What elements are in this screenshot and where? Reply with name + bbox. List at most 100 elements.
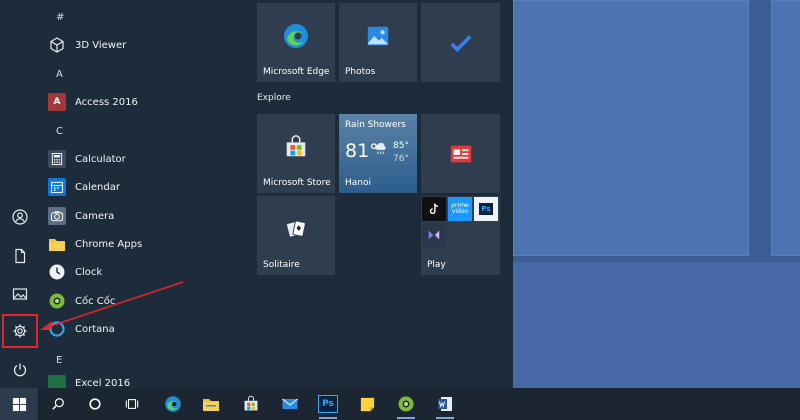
app-access-2016[interactable]: A Access 2016 — [48, 89, 280, 115]
app-list: # 3D Viewer A A Access 2016 C Calculator… — [40, 0, 278, 389]
app-label: Cortana — [75, 323, 115, 335]
documents-button[interactable] — [0, 238, 40, 274]
cube-icon — [48, 36, 66, 54]
app-coc-coc[interactable]: Cốc Cốc — [48, 288, 280, 314]
checkmark-icon — [449, 34, 472, 52]
access-icon: A — [48, 93, 66, 111]
app-label: Calculator — [75, 153, 126, 165]
app-label: Calendar — [75, 181, 120, 193]
section-letter-a[interactable]: A — [56, 69, 63, 80]
user-account-button[interactable] — [0, 199, 40, 235]
taskbar-file-explorer[interactable] — [193, 388, 229, 420]
settings-highlight-box — [2, 314, 38, 348]
taskbar-mail[interactable] — [272, 388, 308, 420]
app-label: Camera — [75, 210, 115, 222]
tile-label: Microsoft Store — [263, 178, 331, 188]
desktop-window-pane-2 — [771, 0, 800, 256]
search-button[interactable] — [40, 388, 76, 420]
document-icon — [15, 248, 26, 264]
running-indicator — [436, 417, 454, 419]
app-excel-2016[interactable]: Excel 2016 — [48, 375, 280, 389]
tile-news[interactable] — [421, 114, 500, 193]
prime-video-icon[interactable]: prime video — [448, 197, 472, 221]
taskbar-sticky-notes[interactable] — [349, 388, 385, 420]
weather-high: 85° — [393, 141, 409, 151]
photoshop-label: Ps — [479, 203, 493, 215]
section-letter-c[interactable]: C — [56, 126, 63, 137]
app-label: Clock — [75, 266, 103, 278]
calculator-icon — [48, 150, 66, 168]
taskbar-photoshop[interactable]: Ps — [310, 388, 346, 420]
tile-microsoft-edge[interactable]: Microsoft Edge — [257, 3, 335, 82]
cards-icon — [285, 220, 306, 238]
start-button[interactable] — [0, 388, 38, 420]
sticky-note-icon — [360, 397, 374, 411]
app-calendar[interactable]: Calendar — [48, 174, 280, 200]
pictures-button[interactable] — [0, 276, 40, 312]
section-letter-hash[interactable]: # — [56, 12, 64, 23]
cortana-icon — [48, 320, 66, 338]
store-icon — [244, 395, 258, 411]
clock-icon — [48, 263, 66, 281]
folder-icon — [48, 235, 66, 253]
running-indicator — [397, 417, 415, 419]
tiktok-icon[interactable] — [422, 197, 446, 221]
dolby-icon[interactable] — [422, 223, 446, 247]
cortana-button[interactable] — [77, 388, 113, 420]
prime-video-label: prime video — [451, 202, 469, 215]
app-camera[interactable]: Camera — [48, 203, 280, 229]
coc-coc-icon — [398, 396, 414, 412]
app-label: 3D Viewer — [75, 39, 127, 51]
photoshop-express-icon[interactable]: Ps — [474, 197, 498, 221]
coc-coc-icon — [48, 292, 66, 310]
photoshop-icon: Ps — [318, 395, 338, 413]
app-calculator[interactable]: Calculator — [48, 146, 280, 172]
running-indicator — [319, 417, 337, 419]
start-menu: # 3D Viewer A A Access 2016 C Calculator… — [0, 0, 513, 389]
taskbar-edge[interactable] — [155, 388, 191, 420]
desktop-lower — [513, 262, 800, 388]
word-icon — [438, 397, 452, 411]
tile-microsoft-store[interactable]: Microsoft Store — [257, 114, 335, 193]
user-icon — [12, 209, 28, 225]
section-letter-e[interactable]: E — [56, 355, 62, 366]
taskbar-coc-coc[interactable] — [388, 388, 424, 420]
weather-city: Hanoi — [345, 178, 371, 188]
search-icon — [52, 398, 64, 410]
app-cortana[interactable]: Cortana — [48, 316, 280, 342]
taskbar: Ps — [0, 388, 800, 420]
news-icon — [450, 145, 471, 162]
app-3d-viewer[interactable]: 3D Viewer — [48, 32, 280, 58]
taskbar-word[interactable] — [427, 388, 463, 420]
tile-todo[interactable] — [421, 3, 500, 82]
tile-group-header-explore[interactable]: Explore — [257, 93, 291, 103]
app-clock[interactable]: Clock — [48, 259, 280, 285]
power-button[interactable] — [0, 352, 40, 388]
tile-label: Play — [427, 260, 446, 270]
tile-label: Microsoft Edge — [263, 67, 330, 77]
tile-solitaire[interactable]: Solitaire — [257, 196, 335, 275]
task-view-button[interactable] — [114, 388, 150, 420]
app-label: Cốc Cốc — [75, 295, 116, 307]
app-chrome-apps[interactable]: Chrome Apps — [48, 231, 280, 257]
store-icon — [286, 135, 306, 157]
rain-cloud-icon — [375, 142, 386, 155]
start-rail — [0, 0, 40, 388]
tile-weather[interactable]: Rain Showers 81° 85° 76° Hanoi — [339, 114, 417, 193]
taskbar-store[interactable] — [233, 388, 269, 420]
mail-icon — [282, 398, 298, 409]
excel-icon — [48, 375, 66, 389]
tile-label: Photos — [345, 67, 376, 77]
weather-condition: Rain Showers — [345, 120, 406, 130]
picture-icon — [12, 288, 28, 300]
folder-icon — [203, 399, 219, 411]
tile-photos[interactable]: Photos — [339, 3, 417, 82]
task-view-icon — [125, 399, 139, 409]
tile-label: Solitaire — [263, 260, 300, 270]
tile-play-folder[interactable]: prime video Ps Play — [421, 196, 500, 275]
app-label: Access 2016 — [75, 96, 138, 108]
photos-icon — [367, 26, 389, 46]
edge-icon — [284, 24, 308, 49]
desktop-window-pane — [513, 0, 749, 256]
calendar-icon — [48, 178, 66, 196]
